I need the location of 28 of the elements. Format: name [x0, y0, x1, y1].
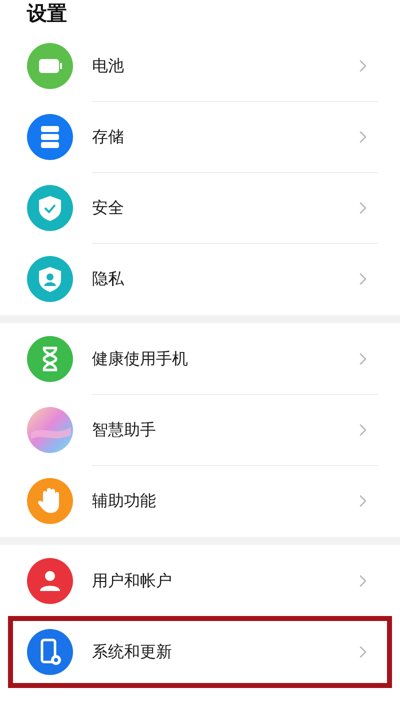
shield-person-icon	[27, 256, 73, 302]
user-icon	[27, 558, 73, 604]
settings-row[interactable]: 系统和更新	[8, 616, 392, 688]
settings-row[interactable]: 电池	[8, 30, 392, 102]
hand-icon	[27, 478, 73, 524]
row-label: 存储	[92, 126, 125, 148]
settings-row[interactable]: 安全	[8, 172, 392, 244]
settings-row[interactable]: 隐私	[8, 243, 392, 315]
row-label: 安全	[92, 197, 125, 219]
battery-icon	[27, 43, 73, 89]
assistant-orb-icon	[27, 407, 73, 453]
row-label: 辅助功能	[92, 490, 157, 512]
hourglass-icon	[27, 336, 73, 382]
settings-row[interactable]: 用户和帐户	[8, 545, 392, 617]
row-label: 系统和更新	[92, 641, 173, 663]
row-label: 隐私	[92, 268, 125, 290]
page-title: 设置	[27, 0, 67, 26]
phone-gear-icon	[27, 629, 73, 675]
settings-row[interactable]: 健康使用手机	[8, 323, 392, 395]
settings-row[interactable]: 智慧助手	[8, 394, 392, 466]
row-label: 用户和帐户	[92, 570, 173, 592]
shield-check-icon	[27, 185, 73, 231]
storage-icon	[27, 114, 73, 160]
row-label: 电池	[92, 55, 125, 77]
settings-row[interactable]: 辅助功能	[8, 465, 392, 537]
row-label: 智慧助手	[92, 419, 157, 441]
settings-row[interactable]: 存储	[8, 101, 392, 173]
row-label: 健康使用手机	[92, 348, 189, 370]
